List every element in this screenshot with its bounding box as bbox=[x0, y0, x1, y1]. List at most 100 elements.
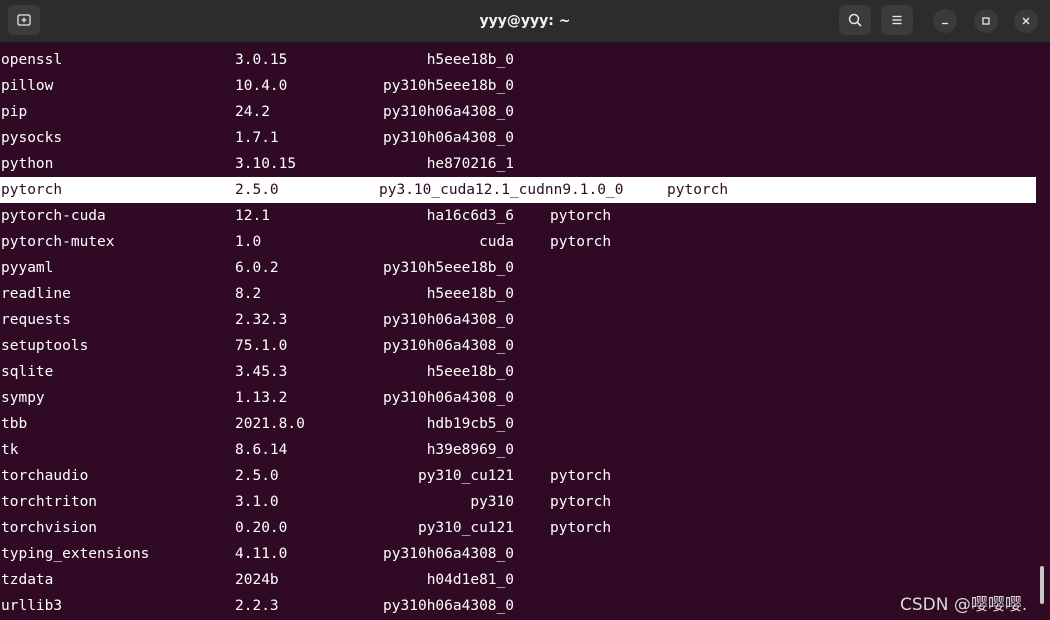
package-row-selected: pytorch 2.5.0 py3.10_cuda12.1_cudnn9.1.0_0… bbox=[0, 177, 1036, 203]
package-name: pillow bbox=[1, 78, 54, 94]
package-version: 12.1 bbox=[235, 208, 270, 224]
package-row: typing_extensions 4.11.0 py310h06a4308_0 bbox=[0, 541, 1036, 567]
package-row: readline 8.2 h5eee18b_0 bbox=[0, 281, 1036, 307]
package-build: cuda bbox=[479, 234, 514, 250]
package-build: he870216_1 bbox=[426, 156, 514, 172]
package-build: py310_cu121 bbox=[417, 468, 514, 484]
package-row: setuptools 75.1.0 py310h06a4308_0 bbox=[0, 333, 1036, 359]
scrollbar-thumb[interactable] bbox=[1040, 566, 1044, 604]
package-build: py310_cu121 bbox=[417, 520, 514, 536]
package-channel: pytorch bbox=[550, 234, 612, 250]
package-name: torchvision bbox=[1, 520, 98, 536]
package-name: tzdata bbox=[1, 572, 54, 588]
package-channel: pytorch bbox=[550, 208, 612, 224]
package-row: urllib3 2.2.3 py310h06a4308_0 bbox=[0, 593, 1036, 619]
package-row: sympy 1.13.2 py310h06a4308_0 bbox=[0, 385, 1036, 411]
package-build: py310 bbox=[470, 494, 514, 510]
package-build: h5eee18b_0 bbox=[426, 286, 514, 302]
minimize-icon bbox=[942, 22, 948, 25]
package-name: openssl bbox=[1, 52, 63, 68]
package-row: sqlite 3.45.3 h5eee18b_0 bbox=[0, 359, 1036, 385]
watermark: CSDN @嘤嘤嘤. bbox=[900, 595, 1028, 615]
package-version: 6.0.2 bbox=[235, 260, 279, 276]
package-build: h5eee18b_0 bbox=[426, 364, 514, 380]
package-version: 3.1.0 bbox=[235, 494, 279, 510]
package-name: pysocks bbox=[1, 130, 63, 146]
package-version: 3.0.15 bbox=[235, 52, 288, 68]
package-row: tzdata 2024b h04d1e81_0 bbox=[0, 567, 1036, 593]
package-version: 2.32.3 bbox=[235, 312, 288, 328]
package-version: 1.0 bbox=[235, 234, 262, 250]
package-row: openssl 3.0.15 h5eee18b_0 bbox=[0, 47, 1036, 73]
package-channel: pytorch bbox=[667, 182, 729, 198]
package-version: 75.1.0 bbox=[235, 338, 288, 354]
package-name: pip bbox=[1, 104, 28, 120]
package-build: py310h06a4308_0 bbox=[383, 598, 514, 614]
package-channel: pytorch bbox=[550, 468, 612, 484]
title-bar: yyy@yyy: ~ bbox=[0, 0, 1050, 43]
terminal-output[interactable]: openssl 3.0.15 h5eee18b_0 pillow 10.4.0 py310… bbox=[0, 43, 1050, 620]
package-build: py310h06a4308_0 bbox=[383, 104, 514, 120]
package-version: 24.2 bbox=[235, 104, 270, 120]
package-name: readline bbox=[1, 286, 71, 302]
package-version: 8.6.14 bbox=[235, 442, 288, 458]
package-version: 3.45.3 bbox=[235, 364, 288, 380]
minimize-button[interactable] bbox=[933, 9, 957, 33]
package-version: 2021.8.0 bbox=[235, 416, 305, 432]
package-row: tbb 2021.8.0 hdb19cb5_0 bbox=[0, 411, 1036, 437]
package-row: pytorch-mutex 1.0 cuda pytorch bbox=[0, 229, 1036, 255]
package-row: torchaudio 2.5.0 py310_cu121 pytorch bbox=[0, 463, 1036, 489]
package-build: py3.10_cuda12.1_cudnn9.1.0_0 bbox=[379, 182, 624, 198]
package-name: torchtriton bbox=[1, 494, 98, 510]
package-version: 8.2 bbox=[235, 286, 262, 302]
package-version: 1.13.2 bbox=[235, 390, 288, 406]
menu-button[interactable] bbox=[881, 5, 913, 35]
package-version: 0.20.0 bbox=[235, 520, 288, 536]
search-icon bbox=[848, 13, 862, 27]
package-row: tk 8.6.14 h39e8969_0 bbox=[0, 437, 1036, 463]
package-name: requests bbox=[1, 312, 71, 328]
package-row: requests 2.32.3 py310h06a4308_0 bbox=[0, 307, 1036, 333]
package-build: h04d1e81_0 bbox=[426, 572, 514, 588]
maximize-button[interactable] bbox=[974, 9, 998, 33]
package-build: hdb19cb5_0 bbox=[426, 416, 514, 432]
hamburger-menu-icon bbox=[892, 15, 902, 25]
package-build: py310h06a4308_0 bbox=[383, 546, 514, 562]
package-build: h5eee18b_0 bbox=[426, 52, 514, 68]
package-name: sympy bbox=[1, 390, 45, 406]
package-name: tk bbox=[1, 442, 19, 458]
package-row: torchtriton 3.1.0 py310 pytorch bbox=[0, 489, 1036, 515]
package-row: pyyaml 6.0.2 py310h5eee18b_0 bbox=[0, 255, 1036, 281]
package-build: py310h06a4308_0 bbox=[383, 130, 514, 146]
terminal-window: yyy@yyy: ~ openssl 3.0.15 h5eee18b_0 pil… bbox=[0, 0, 1050, 620]
package-row: python 3.10.15 he870216_1 bbox=[0, 151, 1036, 177]
package-row: pytorch-cuda 12.1 ha16c6d3_6 pytorch bbox=[0, 203, 1036, 229]
package-build: py310h06a4308_0 bbox=[383, 390, 514, 406]
package-name: tbb bbox=[1, 416, 28, 432]
package-name: typing_extensions bbox=[1, 546, 150, 562]
package-version: 2.5.0 bbox=[235, 182, 279, 198]
package-name: python bbox=[1, 156, 54, 172]
package-row: pip 24.2 py310h06a4308_0 bbox=[0, 99, 1036, 125]
search-button[interactable] bbox=[839, 5, 871, 35]
package-row: pysocks 1.7.1 py310h06a4308_0 bbox=[0, 125, 1036, 151]
package-channel: pytorch bbox=[550, 494, 612, 510]
close-button[interactable] bbox=[1014, 9, 1038, 33]
package-version: 10.4.0 bbox=[235, 78, 288, 94]
package-build: py310h5eee18b_0 bbox=[383, 260, 514, 276]
package-name: pytorch-cuda bbox=[1, 208, 106, 224]
package-build: h39e8969_0 bbox=[426, 442, 514, 458]
package-version: 3.10.15 bbox=[235, 156, 297, 172]
package-version: 2.2.3 bbox=[235, 598, 279, 614]
package-build: ha16c6d3_6 bbox=[426, 208, 514, 224]
package-channel: pytorch bbox=[550, 520, 612, 536]
package-version: 2024b bbox=[235, 572, 279, 588]
package-version: 1.7.1 bbox=[235, 130, 279, 146]
package-name: torchaudio bbox=[1, 468, 89, 484]
package-name: pyyaml bbox=[1, 260, 54, 276]
package-build: py310h06a4308_0 bbox=[383, 312, 514, 328]
package-build: py310h5eee18b_0 bbox=[383, 78, 514, 94]
package-name: setuptools bbox=[1, 338, 89, 354]
package-name: pytorch-mutex bbox=[1, 234, 115, 250]
package-version: 4.11.0 bbox=[235, 546, 288, 562]
